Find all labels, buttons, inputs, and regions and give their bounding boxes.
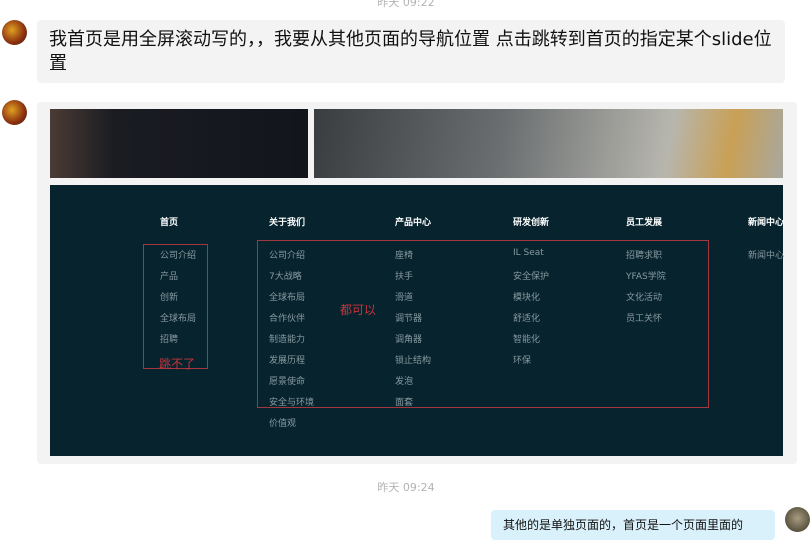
nav-column-title[interactable]: 关于我们 — [269, 215, 314, 228]
avatar[interactable] — [2, 20, 27, 45]
avatar-self[interactable] — [785, 507, 810, 532]
annotation-box-can — [257, 240, 709, 408]
screenshot-photo-left — [50, 109, 308, 178]
timestamp: 昨天 09:24 — [377, 481, 435, 494]
nav-column-title[interactable]: 研发创新 — [513, 215, 549, 228]
nav-column: 新闻中心 新闻中心 — [748, 215, 784, 269]
timestamp: 昨天 09:22 — [377, 0, 435, 9]
reply-bubble: 其他的是单独页面的，首页是一个页面里面的 — [491, 510, 775, 540]
message-bubble: 我首页是用全屏滚动写的，，我要从其他页面的导航位置 点击跳转到首页的指定某个sl… — [37, 20, 785, 83]
nav-link[interactable]: 价值观 — [269, 416, 314, 437]
nav-column-title[interactable]: 新闻中心 — [748, 215, 784, 228]
nav-column-title[interactable]: 员工发展 — [626, 215, 666, 228]
footer-nav-panel: 新闻中心 新闻中心 员工发展 招聘求职 YFAS学院 文化活动 员工关怀 研发创新 IL Sea… — [50, 185, 784, 456]
nav-link[interactable]: 新闻中心 — [748, 248, 784, 269]
nav-column-title[interactable]: 首页 — [160, 215, 196, 228]
annotation-can: 都可以 — [340, 303, 377, 317]
annotation-box-cannot — [143, 244, 208, 369]
screenshot-photo-right — [314, 109, 783, 178]
avatar[interactable] — [2, 100, 27, 125]
annotation-cannot: 跳不了 — [159, 357, 196, 371]
nav-column-title[interactable]: 产品中心 — [395, 215, 431, 228]
